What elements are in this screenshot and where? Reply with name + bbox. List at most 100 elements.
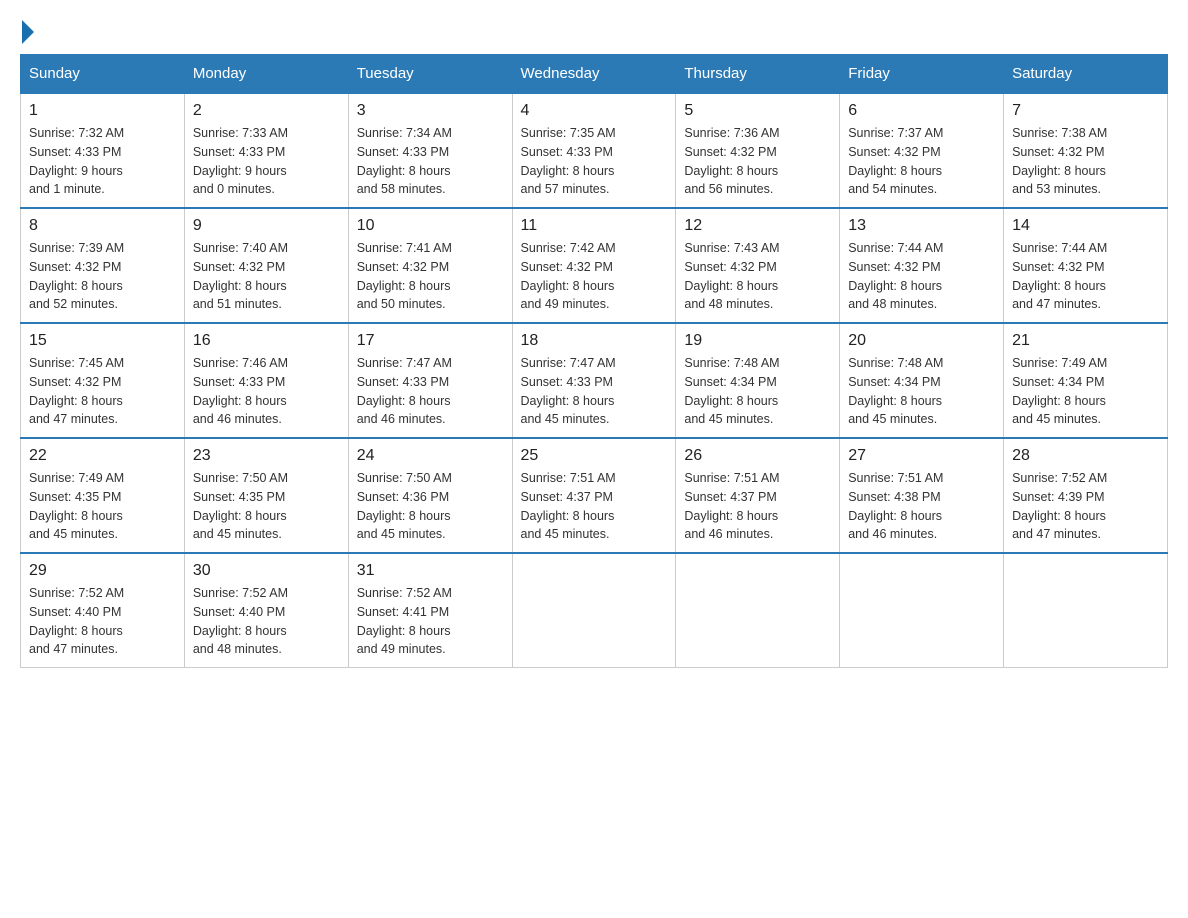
day-info: Sunrise: 7:32 AM Sunset: 4:33 PM Dayligh… <box>29 124 176 199</box>
calendar-cell: 12 Sunrise: 7:43 AM Sunset: 4:32 PM Dayl… <box>676 208 840 323</box>
day-number: 7 <box>1012 102 1159 120</box>
calendar-cell <box>840 553 1004 668</box>
day-number: 21 <box>1012 332 1159 350</box>
day-number: 19 <box>684 332 831 350</box>
header-tuesday: Tuesday <box>348 55 512 94</box>
day-info: Sunrise: 7:52 AM Sunset: 4:41 PM Dayligh… <box>357 584 504 659</box>
header-saturday: Saturday <box>1004 55 1168 94</box>
day-number: 22 <box>29 447 176 465</box>
day-info: Sunrise: 7:51 AM Sunset: 4:37 PM Dayligh… <box>684 469 831 544</box>
day-number: 20 <box>848 332 995 350</box>
header-friday: Friday <box>840 55 1004 94</box>
day-number: 9 <box>193 217 340 235</box>
calendar-cell: 31 Sunrise: 7:52 AM Sunset: 4:41 PM Dayl… <box>348 553 512 668</box>
calendar-table: SundayMondayTuesdayWednesdayThursdayFrid… <box>20 54 1168 668</box>
day-info: Sunrise: 7:47 AM Sunset: 4:33 PM Dayligh… <box>357 354 504 429</box>
calendar-cell: 6 Sunrise: 7:37 AM Sunset: 4:32 PM Dayli… <box>840 93 1004 208</box>
day-info: Sunrise: 7:47 AM Sunset: 4:33 PM Dayligh… <box>521 354 668 429</box>
day-number: 25 <box>521 447 668 465</box>
calendar-week-row: 15 Sunrise: 7:45 AM Sunset: 4:32 PM Dayl… <box>21 323 1168 438</box>
day-info: Sunrise: 7:38 AM Sunset: 4:32 PM Dayligh… <box>1012 124 1159 199</box>
day-number: 17 <box>357 332 504 350</box>
day-number: 30 <box>193 562 340 580</box>
day-number: 6 <box>848 102 995 120</box>
header-sunday: Sunday <box>21 55 185 94</box>
day-info: Sunrise: 7:45 AM Sunset: 4:32 PM Dayligh… <box>29 354 176 429</box>
calendar-week-row: 22 Sunrise: 7:49 AM Sunset: 4:35 PM Dayl… <box>21 438 1168 553</box>
calendar-cell: 18 Sunrise: 7:47 AM Sunset: 4:33 PM Dayl… <box>512 323 676 438</box>
calendar-cell: 2 Sunrise: 7:33 AM Sunset: 4:33 PM Dayli… <box>184 93 348 208</box>
day-info: Sunrise: 7:49 AM Sunset: 4:34 PM Dayligh… <box>1012 354 1159 429</box>
day-info: Sunrise: 7:36 AM Sunset: 4:32 PM Dayligh… <box>684 124 831 199</box>
logo <box>20 20 34 44</box>
calendar-cell: 19 Sunrise: 7:48 AM Sunset: 4:34 PM Dayl… <box>676 323 840 438</box>
header-wednesday: Wednesday <box>512 55 676 94</box>
day-number: 26 <box>684 447 831 465</box>
day-info: Sunrise: 7:52 AM Sunset: 4:40 PM Dayligh… <box>29 584 176 659</box>
calendar-week-row: 29 Sunrise: 7:52 AM Sunset: 4:40 PM Dayl… <box>21 553 1168 668</box>
calendar-cell: 10 Sunrise: 7:41 AM Sunset: 4:32 PM Dayl… <box>348 208 512 323</box>
calendar-cell: 7 Sunrise: 7:38 AM Sunset: 4:32 PM Dayli… <box>1004 93 1168 208</box>
day-info: Sunrise: 7:50 AM Sunset: 4:36 PM Dayligh… <box>357 469 504 544</box>
calendar-header-row: SundayMondayTuesdayWednesdayThursdayFrid… <box>21 55 1168 94</box>
day-info: Sunrise: 7:52 AM Sunset: 4:39 PM Dayligh… <box>1012 469 1159 544</box>
logo-arrow-icon <box>22 20 34 44</box>
calendar-cell: 20 Sunrise: 7:48 AM Sunset: 4:34 PM Dayl… <box>840 323 1004 438</box>
day-number: 8 <box>29 217 176 235</box>
day-number: 11 <box>521 217 668 235</box>
day-info: Sunrise: 7:41 AM Sunset: 4:32 PM Dayligh… <box>357 239 504 314</box>
day-number: 24 <box>357 447 504 465</box>
day-info: Sunrise: 7:44 AM Sunset: 4:32 PM Dayligh… <box>1012 239 1159 314</box>
day-number: 18 <box>521 332 668 350</box>
day-number: 2 <box>193 102 340 120</box>
calendar-cell <box>512 553 676 668</box>
calendar-cell: 21 Sunrise: 7:49 AM Sunset: 4:34 PM Dayl… <box>1004 323 1168 438</box>
day-number: 27 <box>848 447 995 465</box>
day-number: 1 <box>29 102 176 120</box>
calendar-cell: 5 Sunrise: 7:36 AM Sunset: 4:32 PM Dayli… <box>676 93 840 208</box>
calendar-cell: 23 Sunrise: 7:50 AM Sunset: 4:35 PM Dayl… <box>184 438 348 553</box>
calendar-cell: 13 Sunrise: 7:44 AM Sunset: 4:32 PM Dayl… <box>840 208 1004 323</box>
day-info: Sunrise: 7:46 AM Sunset: 4:33 PM Dayligh… <box>193 354 340 429</box>
day-number: 4 <box>521 102 668 120</box>
day-info: Sunrise: 7:48 AM Sunset: 4:34 PM Dayligh… <box>684 354 831 429</box>
day-number: 3 <box>357 102 504 120</box>
day-info: Sunrise: 7:34 AM Sunset: 4:33 PM Dayligh… <box>357 124 504 199</box>
day-info: Sunrise: 7:37 AM Sunset: 4:32 PM Dayligh… <box>848 124 995 199</box>
day-info: Sunrise: 7:44 AM Sunset: 4:32 PM Dayligh… <box>848 239 995 314</box>
calendar-cell: 25 Sunrise: 7:51 AM Sunset: 4:37 PM Dayl… <box>512 438 676 553</box>
calendar-cell: 1 Sunrise: 7:32 AM Sunset: 4:33 PM Dayli… <box>21 93 185 208</box>
day-number: 28 <box>1012 447 1159 465</box>
day-number: 14 <box>1012 217 1159 235</box>
calendar-cell: 4 Sunrise: 7:35 AM Sunset: 4:33 PM Dayli… <box>512 93 676 208</box>
day-number: 23 <box>193 447 340 465</box>
calendar-cell: 9 Sunrise: 7:40 AM Sunset: 4:32 PM Dayli… <box>184 208 348 323</box>
calendar-cell: 30 Sunrise: 7:52 AM Sunset: 4:40 PM Dayl… <box>184 553 348 668</box>
day-number: 5 <box>684 102 831 120</box>
calendar-cell: 26 Sunrise: 7:51 AM Sunset: 4:37 PM Dayl… <box>676 438 840 553</box>
day-number: 15 <box>29 332 176 350</box>
header-monday: Monday <box>184 55 348 94</box>
calendar-cell: 8 Sunrise: 7:39 AM Sunset: 4:32 PM Dayli… <box>21 208 185 323</box>
calendar-cell <box>1004 553 1168 668</box>
day-info: Sunrise: 7:35 AM Sunset: 4:33 PM Dayligh… <box>521 124 668 199</box>
day-info: Sunrise: 7:51 AM Sunset: 4:37 PM Dayligh… <box>521 469 668 544</box>
calendar-cell: 28 Sunrise: 7:52 AM Sunset: 4:39 PM Dayl… <box>1004 438 1168 553</box>
day-number: 10 <box>357 217 504 235</box>
day-number: 12 <box>684 217 831 235</box>
header-thursday: Thursday <box>676 55 840 94</box>
calendar-cell <box>676 553 840 668</box>
calendar-week-row: 8 Sunrise: 7:39 AM Sunset: 4:32 PM Dayli… <box>21 208 1168 323</box>
day-info: Sunrise: 7:40 AM Sunset: 4:32 PM Dayligh… <box>193 239 340 314</box>
calendar-cell: 14 Sunrise: 7:44 AM Sunset: 4:32 PM Dayl… <box>1004 208 1168 323</box>
day-info: Sunrise: 7:42 AM Sunset: 4:32 PM Dayligh… <box>521 239 668 314</box>
day-info: Sunrise: 7:51 AM Sunset: 4:38 PM Dayligh… <box>848 469 995 544</box>
day-info: Sunrise: 7:43 AM Sunset: 4:32 PM Dayligh… <box>684 239 831 314</box>
day-info: Sunrise: 7:49 AM Sunset: 4:35 PM Dayligh… <box>29 469 176 544</box>
day-info: Sunrise: 7:39 AM Sunset: 4:32 PM Dayligh… <box>29 239 176 314</box>
calendar-cell: 16 Sunrise: 7:46 AM Sunset: 4:33 PM Dayl… <box>184 323 348 438</box>
day-info: Sunrise: 7:48 AM Sunset: 4:34 PM Dayligh… <box>848 354 995 429</box>
calendar-cell: 11 Sunrise: 7:42 AM Sunset: 4:32 PM Dayl… <box>512 208 676 323</box>
calendar-cell: 17 Sunrise: 7:47 AM Sunset: 4:33 PM Dayl… <box>348 323 512 438</box>
day-info: Sunrise: 7:33 AM Sunset: 4:33 PM Dayligh… <box>193 124 340 199</box>
